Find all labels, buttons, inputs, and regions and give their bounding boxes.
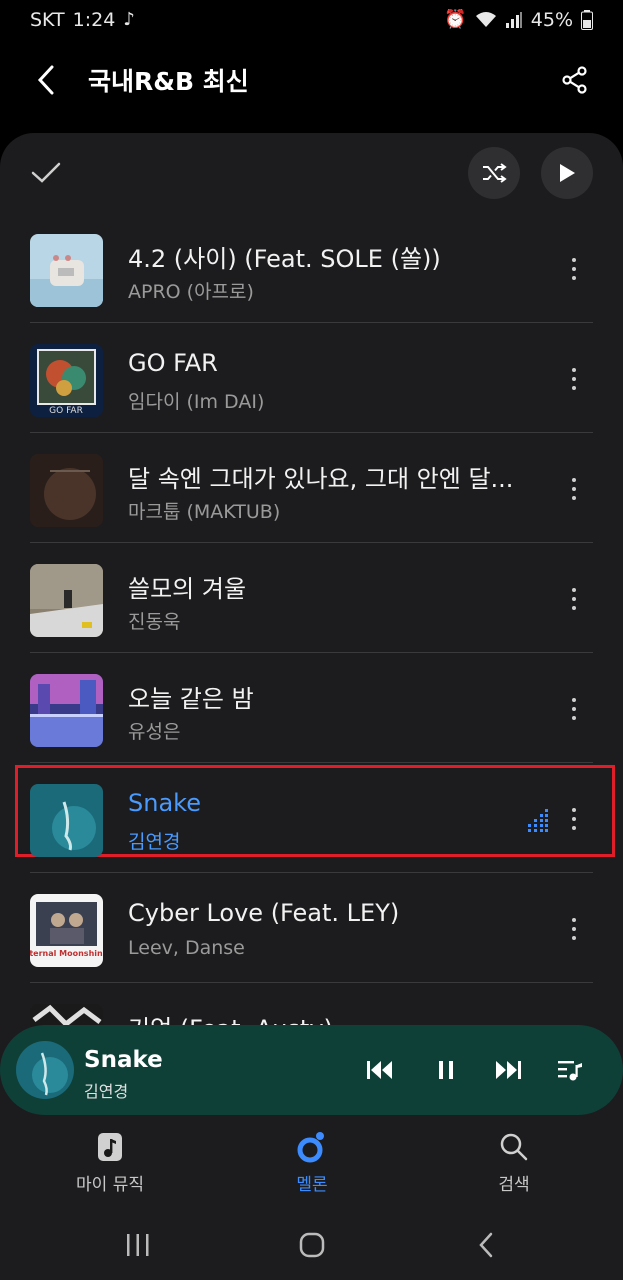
next-button[interactable] [492, 1054, 524, 1086]
album-art [30, 454, 103, 527]
track-title: 달 속엔 그대가 있나요, 그대 안엔 달... [128, 465, 514, 493]
album-art [30, 784, 103, 857]
shuffle-button[interactable] [468, 147, 520, 199]
nav-label: 멜론 [296, 1175, 328, 1195]
nav-melon[interactable]: 멜론 [252, 1130, 372, 1195]
battery-icon [581, 10, 593, 30]
track-title: Cyber Love (Feat. LEY) [128, 899, 400, 927]
more-options-button[interactable] [562, 249, 586, 289]
track-row[interactable]: GO FAR GO FAR 임다이 (Im DAI) [0, 323, 623, 433]
music-note-icon [90, 1130, 130, 1164]
track-artist: APRO (아프로) [128, 281, 254, 303]
pause-button[interactable] [430, 1054, 462, 1086]
mini-player[interactable]: Snake 김연경 [0, 1025, 623, 1115]
back-arrow-icon [479, 1232, 493, 1258]
share-icon [562, 66, 587, 94]
album-art: GO FAR [30, 344, 103, 417]
recent-apps-button[interactable] [118, 1230, 158, 1260]
shuffle-icon [483, 163, 507, 183]
app-header: 국내R&B 최신 [0, 48, 623, 112]
more-options-button[interactable] [562, 909, 586, 949]
check-icon [31, 162, 61, 183]
track-artist: Leev, Danse [128, 937, 245, 959]
skip-previous-icon [367, 1061, 392, 1079]
track-row-now-playing[interactable]: Snake 김연경 [0, 763, 623, 873]
mini-player-title: Snake [84, 1047, 163, 1073]
recent-apps-icon [127, 1234, 149, 1256]
previous-button[interactable] [364, 1054, 396, 1086]
search-icon [494, 1130, 534, 1164]
nav-label: 마이 뮤직 [76, 1175, 144, 1195]
melon-logo-icon [292, 1130, 332, 1164]
bottom-navigation: 마이 뮤직 멜론 검색 [0, 1120, 623, 1200]
status-right: ⏰ 45% [444, 9, 593, 31]
album-art [30, 234, 103, 307]
clock: 1:24 [72, 9, 116, 31]
track-title: GO FAR [128, 349, 218, 377]
battery-percent: 45% [530, 9, 573, 31]
skip-next-icon [496, 1061, 521, 1079]
music-note-icon: ♪ [123, 9, 135, 30]
more-options-button[interactable] [562, 799, 586, 839]
nav-search[interactable]: 검색 [454, 1130, 574, 1195]
playlist-queue-button[interactable] [554, 1054, 586, 1086]
more-options-button[interactable] [562, 469, 586, 509]
track-list: 4.2 (사이) (Feat. SOLE (쏠)) APRO (아프로) GO … [0, 213, 623, 1093]
track-artist: 유성은 [128, 721, 181, 743]
equalizer-icon [528, 809, 548, 832]
play-all-button[interactable] [541, 147, 593, 199]
track-row[interactable]: 오늘 같은 밤 유성은 [0, 653, 623, 763]
eternal-art-text: Eternal Moonshine [30, 949, 103, 958]
queue-music-icon [558, 1061, 582, 1081]
track-artist: 김연경 [128, 831, 181, 853]
more-options-button[interactable] [562, 689, 586, 729]
pause-icon [439, 1061, 453, 1079]
carrier-label: SKT [30, 9, 65, 31]
track-title: 4.2 (사이) (Feat. SOLE (쏠)) [128, 245, 441, 273]
alarm-icon: ⏰ [444, 9, 467, 30]
share-button[interactable] [557, 62, 593, 98]
track-title: 쓸모의 겨울 [128, 575, 247, 603]
play-icon [560, 164, 575, 182]
home-button[interactable] [292, 1230, 332, 1260]
track-row[interactable]: 쓸모의 겨울 진동욱 [0, 543, 623, 653]
signal-icon [505, 12, 522, 28]
more-options-button[interactable] [562, 579, 586, 619]
track-artist: 진동욱 [128, 611, 181, 633]
track-row[interactable]: 4.2 (사이) (Feat. SOLE (쏠)) APRO (아프로) [0, 213, 623, 323]
more-options-button[interactable] [562, 359, 586, 399]
track-row[interactable]: Eternal Moonshine Cyber Love (Feat. LEY)… [0, 873, 623, 983]
nav-label: 검색 [498, 1175, 530, 1195]
track-title: 오늘 같은 밤 [128, 685, 254, 713]
mini-player-artist: 김연경 [84, 1082, 129, 1101]
back-button[interactable] [28, 62, 64, 98]
chevron-left-icon [37, 65, 54, 95]
status-bar: SKT 1:24 ♪ ⏰ 45% [0, 0, 623, 40]
album-art [30, 674, 103, 747]
album-art [30, 564, 103, 637]
nav-my-music[interactable]: 마이 뮤직 [50, 1130, 170, 1195]
track-artist: 마크툽 (MAKTUB) [128, 501, 281, 523]
system-back-button[interactable] [466, 1230, 506, 1260]
home-icon [299, 1232, 325, 1258]
list-toolbar [0, 133, 623, 213]
go-far-art-text: GO FAR [49, 406, 83, 416]
track-artist: 임다이 (Im DAI) [128, 391, 265, 413]
status-left: SKT 1:24 ♪ [30, 9, 135, 31]
page-title: 국내R&B 최신 [88, 67, 249, 96]
track-row[interactable]: 달 속엔 그대가 있나요, 그대 안엔 달... 마크툽 (MAKTUB) [0, 433, 623, 543]
mini-player-album-art [16, 1041, 74, 1099]
track-title: Snake [128, 789, 201, 817]
album-art: Eternal Moonshine [30, 894, 103, 967]
wifi-icon [475, 12, 496, 27]
select-all-button[interactable] [28, 155, 64, 191]
system-navigation-bar [0, 1210, 623, 1280]
